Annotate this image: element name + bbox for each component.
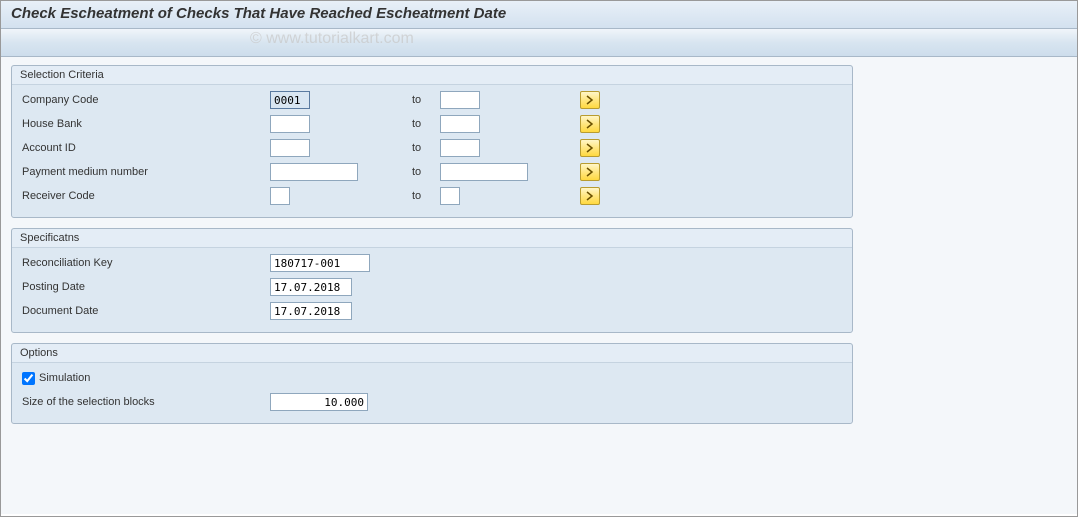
- row-simulation: Simulation: [20, 367, 844, 389]
- content-area: Selection Criteria Company Code to House…: [1, 57, 1077, 514]
- account-id-multi-select-button[interactable]: [580, 139, 600, 157]
- label-block-size: Size of the selection blocks: [20, 396, 270, 408]
- to-label: to: [410, 118, 440, 130]
- posting-date-input[interactable]: [270, 278, 352, 296]
- row-account-id: Account ID to: [20, 137, 844, 159]
- row-company-code: Company Code to: [20, 89, 844, 111]
- row-block-size: Size of the selection blocks: [20, 391, 844, 413]
- group-title: Options: [12, 344, 852, 363]
- row-recon-key: Reconciliation Key: [20, 252, 844, 274]
- arrow-right-icon: [585, 93, 595, 108]
- receiver-code-multi-select-button[interactable]: [580, 187, 600, 205]
- label-receiver-code: Receiver Code: [20, 190, 270, 202]
- group-selection-criteria: Selection Criteria Company Code to House…: [11, 65, 853, 218]
- block-size-input[interactable]: [270, 393, 368, 411]
- receiver-code-from-input[interactable]: [270, 187, 290, 205]
- payment-medium-from-input[interactable]: [270, 163, 358, 181]
- label-company-code: Company Code: [20, 94, 270, 106]
- house-bank-to-input[interactable]: [440, 115, 480, 133]
- row-receiver-code: Receiver Code to: [20, 185, 844, 207]
- label-simulation: Simulation: [39, 372, 90, 384]
- row-house-bank: House Bank to: [20, 113, 844, 135]
- company-code-to-input[interactable]: [440, 91, 480, 109]
- to-label: to: [410, 166, 440, 178]
- group-title: Specificatns: [12, 229, 852, 248]
- arrow-right-icon: [585, 189, 595, 204]
- receiver-code-to-input[interactable]: [440, 187, 460, 205]
- label-house-bank: House Bank: [20, 118, 270, 130]
- label-account-id: Account ID: [20, 142, 270, 154]
- account-id-from-input[interactable]: [270, 139, 310, 157]
- arrow-right-icon: [585, 141, 595, 156]
- document-date-input[interactable]: [270, 302, 352, 320]
- label-posting-date: Posting Date: [20, 281, 270, 293]
- application-toolbar: [1, 29, 1077, 57]
- house-bank-from-input[interactable]: [270, 115, 310, 133]
- payment-medium-multi-select-button[interactable]: [580, 163, 600, 181]
- label-document-date: Document Date: [20, 305, 270, 317]
- house-bank-multi-select-button[interactable]: [580, 115, 600, 133]
- to-label: to: [410, 190, 440, 202]
- arrow-right-icon: [585, 117, 595, 132]
- payment-medium-to-input[interactable]: [440, 163, 528, 181]
- simulation-checkbox-wrap[interactable]: Simulation: [22, 372, 270, 385]
- label-payment-medium: Payment medium number: [20, 166, 270, 178]
- arrow-right-icon: [585, 165, 595, 180]
- group-specifications: Specificatns Reconciliation Key Posting …: [11, 228, 853, 333]
- label-recon-key: Reconciliation Key: [20, 257, 270, 269]
- to-label: to: [410, 94, 440, 106]
- recon-key-input[interactable]: [270, 254, 370, 272]
- to-label: to: [410, 142, 440, 154]
- execute-button[interactable]: [9, 33, 31, 53]
- company-code-multi-select-button[interactable]: [580, 91, 600, 109]
- simulation-checkbox[interactable]: [22, 372, 35, 385]
- group-title: Selection Criteria: [12, 66, 852, 85]
- row-payment-medium: Payment medium number to: [20, 161, 844, 183]
- group-options: Options Simulation Size of the selection…: [11, 343, 853, 424]
- account-id-to-input[interactable]: [440, 139, 480, 157]
- row-posting-date: Posting Date: [20, 276, 844, 298]
- page-title: Check Escheatment of Checks That Have Re…: [1, 1, 1077, 29]
- row-document-date: Document Date: [20, 300, 844, 322]
- company-code-from-input[interactable]: [270, 91, 310, 109]
